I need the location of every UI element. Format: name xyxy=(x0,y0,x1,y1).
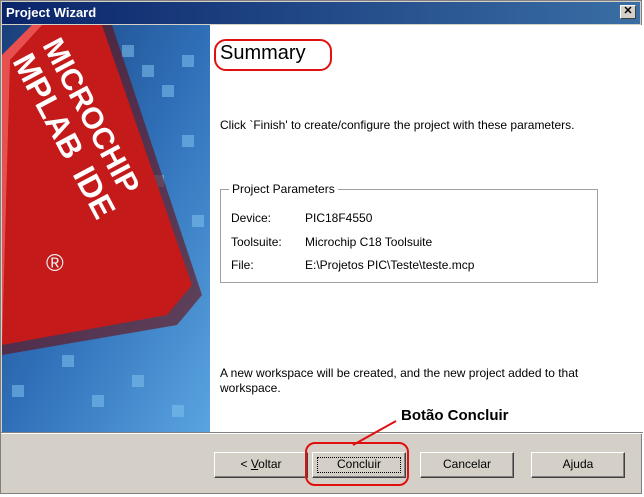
file-label: File: xyxy=(231,258,254,272)
footer-separator xyxy=(1,432,643,434)
workspace-note: A new workspace will be created, and the… xyxy=(220,366,579,395)
title-bar: Project Wizard ✕ xyxy=(2,2,640,24)
back-button[interactable]: < Voltar xyxy=(214,452,308,478)
intro-text: Click `Finish' to create/configure the p… xyxy=(220,118,575,132)
cancel-button[interactable]: Cancelar xyxy=(420,452,514,478)
back-prefix: < xyxy=(240,457,251,471)
project-parameters-group: Project Parameters Device: PIC18F4550 To… xyxy=(220,182,598,283)
file-value: E:\Projetos PIC\Teste\teste.mcp xyxy=(305,258,475,272)
close-icon: ✕ xyxy=(623,5,633,17)
finish-highlight-circle xyxy=(305,442,409,486)
back-rest: oltar xyxy=(258,457,282,471)
mplab-logo-graphic: MICROCHIP MPLAB IDE ® xyxy=(2,25,210,432)
window-title: Project Wizard xyxy=(6,5,97,20)
group-title: Project Parameters xyxy=(229,182,338,196)
cancel-label: Cancelar xyxy=(442,457,492,471)
mplab-banner-image: MICROCHIP MPLAB IDE ® xyxy=(2,25,210,432)
registered-mark: ® xyxy=(46,250,64,277)
device-value: PIC18F4550 xyxy=(305,211,373,225)
close-button[interactable]: ✕ xyxy=(620,5,636,19)
help-button[interactable]: Ajuda xyxy=(531,452,625,478)
device-label: Device: xyxy=(231,211,272,225)
title-highlight-circle xyxy=(214,39,332,71)
help-label: Ajuda xyxy=(562,457,594,471)
toolsuite-value: Microchip C18 Toolsuite xyxy=(305,235,433,249)
project-wizard-window: Project Wizard ✕ MICROCHIP MPLAB IDE ® S… xyxy=(0,0,643,494)
annotation-label: Botão Concluir xyxy=(401,407,509,424)
toolsuite-label: Toolsuite: xyxy=(231,235,282,249)
wizard-content: MICROCHIP MPLAB IDE ® Summary Click `Fin… xyxy=(2,25,642,432)
